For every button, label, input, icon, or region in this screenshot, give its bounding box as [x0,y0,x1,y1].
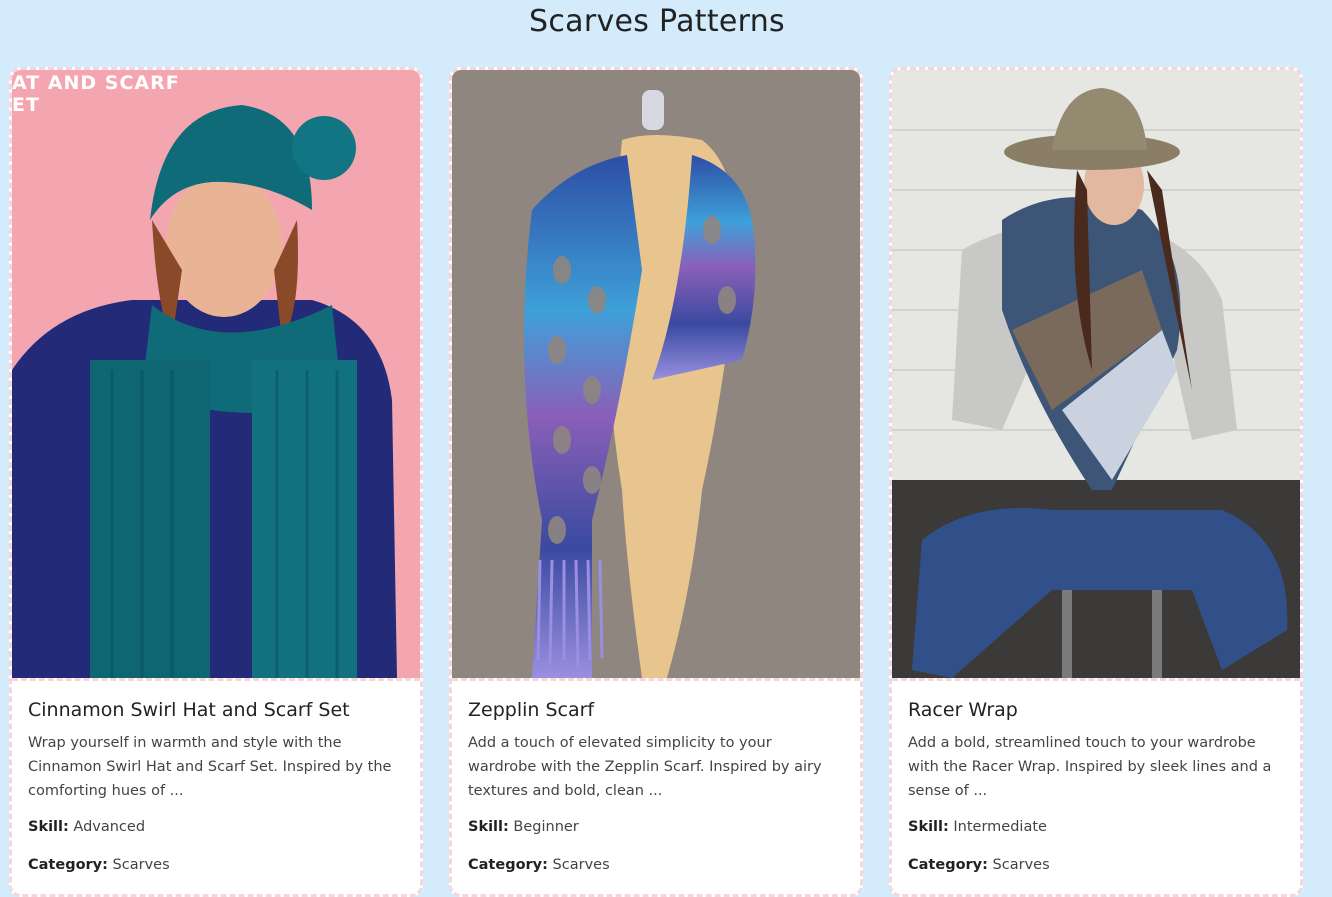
category-value: Scarves [992,857,1050,873]
category-row: Category: Scarves [908,857,1284,873]
card-description: Add a touch of elevated simplicity to yo… [468,735,822,799]
image-overlay-text: AT AND SCARF ET [12,72,180,116]
skill-value: Advanced [73,819,146,835]
card-description: Add a bold, streamlined touch to your wa… [908,735,1272,799]
category-label: Category: [28,857,108,873]
category-label: Category: [468,857,548,873]
card-title[interactable]: Zepplin Scarf [468,699,844,721]
skill-value: Beginner [513,819,579,835]
category-label: Category: [908,857,988,873]
pattern-image[interactable] [452,70,860,681]
skill-label: Skill: [908,819,949,835]
skill-row: Skill: Advanced [28,819,404,835]
pattern-card[interactable]: Zepplin Scarf Add a touch of elevated si… [449,67,863,897]
card-title[interactable]: Racer Wrap [908,699,1284,721]
category-value: Scarves [552,857,610,873]
page-title: Scarves Patterns [529,4,785,39]
category-row: Category: Scarves [468,857,844,873]
skill-label: Skill: [28,819,69,835]
pattern-card-list: AT AND SCARF ET Cinnamon Swirl Hat and S… [9,67,1303,897]
skill-label: Skill: [468,819,509,835]
category-value: Scarves [112,857,170,873]
pattern-card[interactable]: AT AND SCARF ET Cinnamon Swirl Hat and S… [9,67,423,897]
skill-value: Intermediate [953,819,1047,835]
pattern-image[interactable]: AT AND SCARF ET [12,70,420,681]
pattern-card[interactable]: Racer Wrap Add a bold, streamlined touch… [889,67,1303,897]
skill-row: Skill: Beginner [468,819,844,835]
card-title[interactable]: Cinnamon Swirl Hat and Scarf Set [28,699,404,721]
card-description: Wrap yourself in warmth and style with t… [28,735,392,799]
category-row: Category: Scarves [28,857,404,873]
pattern-image[interactable] [892,70,1300,681]
skill-row: Skill: Intermediate [908,819,1284,835]
